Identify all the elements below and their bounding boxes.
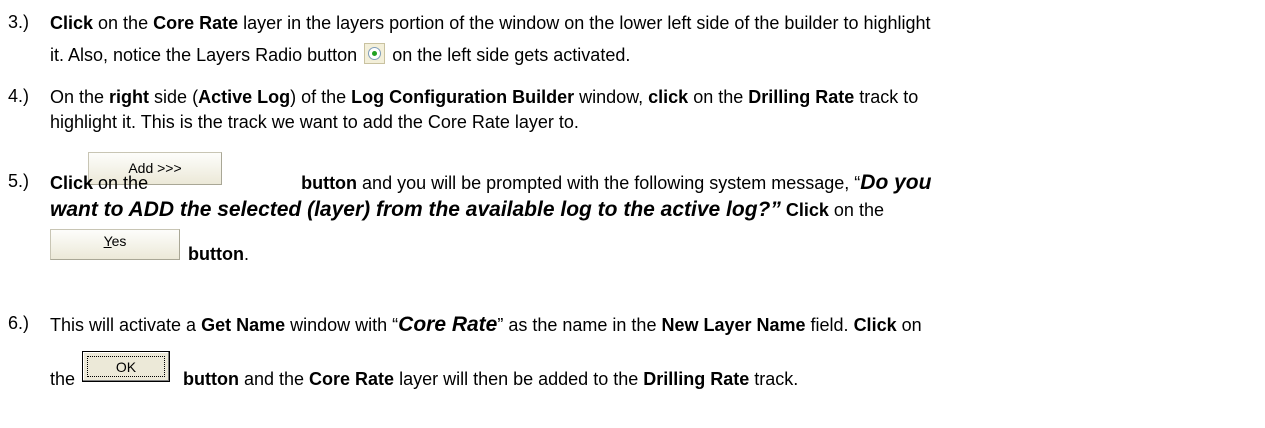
step-6-line-2b: button and the Core Rate layer will then… <box>183 369 799 389</box>
step-6-line-1: This will activate a Get Name window wit… <box>50 313 922 336</box>
step-5-line-1: Click on the button and you will be prom… <box>50 171 932 194</box>
step-5-line-3: button. <box>188 244 249 264</box>
step-6-line-2: the <box>50 369 76 389</box>
step-number: 5.) <box>8 171 30 191</box>
step-3-line-2: it. Also, notice the Layers Radio button… <box>50 43 631 65</box>
yes-button[interactable]: Yes <box>50 229 180 260</box>
step-number: 3.) <box>8 12 30 32</box>
step-number: 4.) <box>8 86 30 106</box>
ok-button[interactable]: OK <box>82 351 170 382</box>
radio-button-selected-icon <box>364 43 386 64</box>
step-3-line-1: Click on the Core Rate layer in the laye… <box>50 13 931 33</box>
step-5-line-2: want to ADD the selected (layer) from th… <box>50 198 884 221</box>
step-4-line-1: On the right side (Active Log) of the Lo… <box>50 87 919 107</box>
step-4-line-2: highlight it. This is the track we want … <box>50 112 579 132</box>
step-number: 6.) <box>8 313 30 333</box>
